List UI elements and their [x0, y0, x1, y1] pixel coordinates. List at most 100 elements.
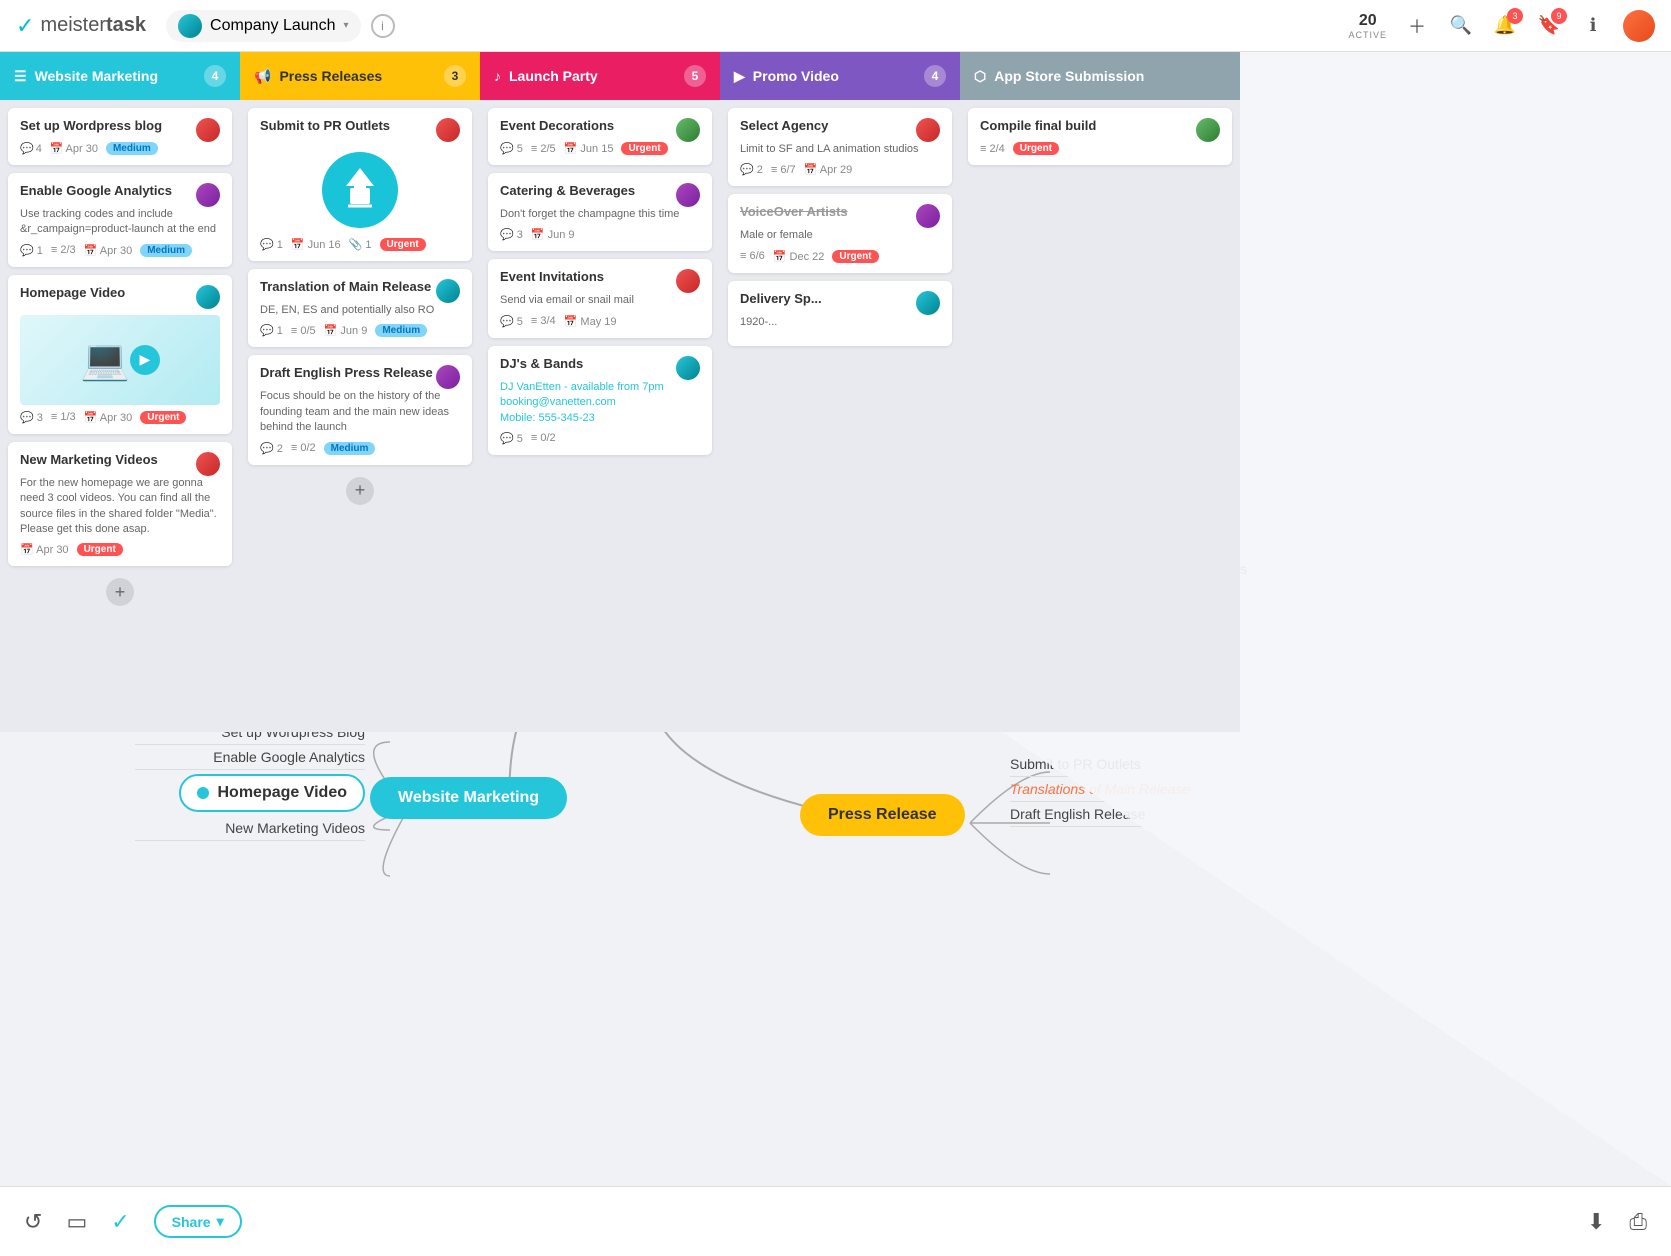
avatar: [196, 285, 220, 309]
card-desc: Use tracking codes and include &r_campai…: [20, 207, 220, 238]
column-title-website: Website Marketing: [35, 68, 158, 84]
card-desc: Limit to SF and LA animation studios: [740, 142, 940, 157]
column-body-website: Set up Wordpress blog 💬 4 📅 Apr 30 Mediu…: [0, 100, 240, 732]
column-count-press: 3: [444, 65, 466, 87]
status-badge: Urgent: [1013, 142, 1059, 155]
dot-icon: [197, 787, 209, 799]
card-event-invitations[interactable]: Event Invitations Send via email or snai…: [488, 259, 712, 337]
mindmap-item-label: Homepage Video: [217, 784, 347, 802]
card-event-decorations[interactable]: Event Decorations 💬 5 ≡ 2/5 📅 Jun 15 Urg…: [488, 108, 712, 165]
mindmap-node-website: Website Marketing: [370, 777, 567, 819]
card-desc: DJ VanEtten - available from 7pmbooking@…: [500, 380, 700, 426]
mindmap-press-items: Submit to PR Outlets Translations of Mai…: [1010, 752, 1190, 827]
avatar: [436, 365, 460, 389]
column-press-releases: 📢 Press Releases 3 Submit to PR Outlets: [240, 52, 480, 732]
card-image: 💻 ▶: [20, 315, 220, 405]
attachment: 📎 1: [349, 238, 372, 251]
card-setup-wordpress[interactable]: Set up Wordpress blog 💬 4 📅 Apr 30 Mediu…: [8, 108, 232, 165]
history-icon[interactable]: ↺: [24, 1209, 42, 1235]
mindmap-item: New Marketing Videos: [135, 816, 365, 841]
card-title: VoiceOver Artists: [740, 204, 848, 219]
active-number: 20: [1359, 12, 1377, 30]
card-voiceover[interactable]: VoiceOver Artists Male or female ≡ 6/6 📅…: [728, 194, 952, 272]
date: 📅 Apr 30: [84, 244, 133, 257]
screen-icon[interactable]: ▭: [66, 1209, 87, 1235]
info-button[interactable]: i: [371, 14, 395, 38]
card-homepage-video[interactable]: Homepage Video 💻 ▶ 💬 3 ≡ 1/3 📅 Apr 30 Ur…: [8, 275, 232, 434]
card-djs-bands[interactable]: DJ's & Bands DJ VanEtten - available fro…: [488, 346, 712, 455]
column-title-appstore: App Store Submission: [994, 68, 1144, 84]
column-count-launch: 5: [684, 65, 706, 87]
comment-count: 💬 1: [20, 244, 43, 257]
task-count: ≡ 3/4: [531, 315, 556, 327]
card-title: Event Invitations: [500, 269, 604, 284]
column-count-website: 4: [204, 65, 226, 87]
share-button[interactable]: Share ▾: [154, 1205, 242, 1238]
notifications-button[interactable]: 🔔 3: [1491, 12, 1519, 40]
card-title: Enable Google Analytics: [20, 183, 172, 198]
mindmap-node-press: Press Release: [800, 794, 965, 836]
download-icon[interactable]: ⬇: [1587, 1209, 1605, 1235]
column-icon-press: 📢: [254, 68, 271, 85]
column-icon-website: ☰: [14, 68, 27, 85]
card-submit-pr[interactable]: Submit to PR Outlets 💬 1 📅 Jun 16 📎 1: [248, 108, 472, 261]
avatar: [676, 269, 700, 293]
card-title: Set up Wordpress blog: [20, 118, 162, 133]
bookmarks-button[interactable]: 🔖 9: [1535, 12, 1563, 40]
card-delivery-specs[interactable]: Delivery Sp... 1920-...: [728, 281, 952, 346]
active-label: ACTIVE: [1348, 30, 1387, 40]
add-button[interactable]: ＋: [1403, 12, 1431, 40]
user-avatar[interactable]: [1623, 10, 1655, 42]
avatar: [436, 279, 460, 303]
project-selector[interactable]: Company Launch ▾: [166, 10, 360, 42]
card-catering[interactable]: Catering & Beverages Don't forget the ch…: [488, 173, 712, 251]
help-button[interactable]: ℹ: [1579, 12, 1607, 40]
comment-count: 💬 5: [500, 432, 523, 445]
card-title: Select Agency: [740, 118, 828, 133]
card-meta: 💬 5 ≡ 0/2: [500, 432, 700, 445]
card-meta: 💬 1 ≡ 0/5 📅 Jun 9 Medium: [260, 324, 460, 337]
task-count: ≡ 6/7: [771, 164, 796, 176]
mindmap-press-label: Press Release: [828, 806, 937, 824]
card-title: Compile final build: [980, 118, 1096, 133]
avatar: [676, 183, 700, 207]
column-website-marketing: ☰ Website Marketing 4 Set up Wordpress b…: [0, 52, 240, 732]
add-card-button[interactable]: +: [346, 477, 374, 505]
card-translation[interactable]: Translation of Main Release DE, EN, ES a…: [248, 269, 472, 347]
comment-count: 💬 2: [260, 442, 283, 455]
status-badge: Medium: [140, 244, 192, 257]
card-select-agency[interactable]: Select Agency Limit to SF and LA animati…: [728, 108, 952, 186]
laptop-icon: 💻: [80, 336, 130, 383]
status-badge: Medium: [375, 324, 427, 337]
mindmap-homepage-video: Homepage Video: [135, 770, 365, 816]
check-icon[interactable]: ✓: [111, 1209, 129, 1235]
card-meta: ≡ 6/6 📅 Dec 22 Urgent: [740, 250, 940, 263]
chevron-down-icon: ▾: [217, 1213, 224, 1230]
card-marketing-videos[interactable]: New Marketing Videos For the new homepag…: [8, 442, 232, 567]
card-meta: 💬 4 📅 Apr 30 Medium: [20, 142, 220, 155]
column-title-launch: Launch Party: [509, 68, 598, 84]
date: 📅 May 19: [564, 315, 617, 328]
task-count: ≡ 2/4: [980, 143, 1005, 155]
print-icon[interactable]: ⎙: [1629, 1209, 1647, 1235]
avatar: [916, 291, 940, 315]
card-title: Delivery Sp...: [740, 291, 822, 306]
avatar: [916, 118, 940, 142]
column-title-press: Press Releases: [279, 68, 382, 84]
comment-count: 💬 5: [500, 315, 523, 328]
search-button[interactable]: 🔍: [1447, 12, 1475, 40]
column-header-launch: ♪ Launch Party 5: [480, 52, 720, 100]
comment-count: 💬 1: [260, 324, 283, 337]
add-card-button[interactable]: +: [106, 578, 134, 606]
status-badge: Urgent: [832, 250, 878, 263]
date: 📅 Jun 15: [564, 142, 614, 155]
status-badge: Urgent: [380, 238, 426, 251]
card-draft-english[interactable]: Draft English Press Release Focus should…: [248, 355, 472, 464]
card-meta: 💬 1 📅 Jun 16 📎 1 Urgent: [260, 238, 460, 251]
task-count: ≡ 2/3: [51, 244, 76, 256]
card-google-analytics[interactable]: Enable Google Analytics Use tracking cod…: [8, 173, 232, 267]
card-desc: Male or female: [740, 228, 940, 243]
task-count: ≡ 0/2: [531, 432, 556, 444]
comment-count: 💬 3: [500, 228, 523, 241]
card-compile-build[interactable]: Compile final build ≡ 2/4 Urgent: [968, 108, 1232, 165]
